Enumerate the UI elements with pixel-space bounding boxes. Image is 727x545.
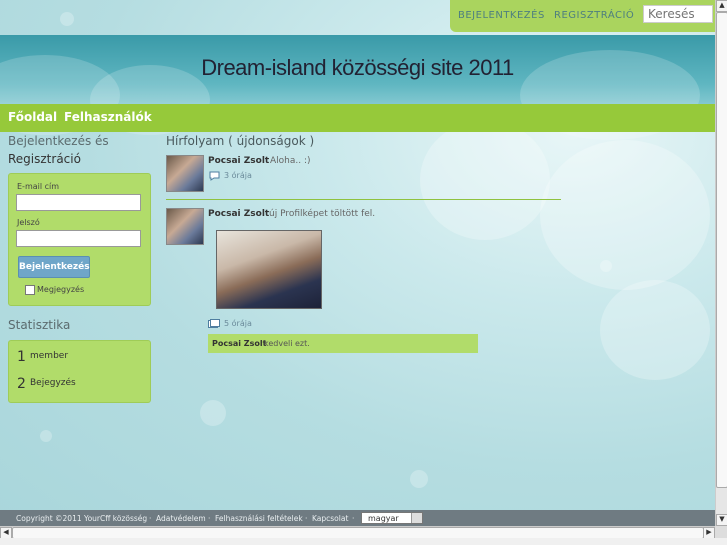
bg-bubble [420,120,550,240]
post-text: új Profilképet töltött fel. [269,209,376,219]
bg-bubble [60,12,74,26]
main-nav: Főoldal Felhasználók [0,104,715,132]
footer-link-privacy[interactable]: Adatvédelem [156,514,206,523]
remember-label: Megjegyzés [37,285,85,294]
footer-link-contact[interactable]: Kapcsolat [312,514,348,523]
email-label: E-mail cím [17,182,60,191]
like-text: kedveli ezt. [264,339,310,348]
window-bottom-edge [0,538,727,545]
vertical-scrollbar[interactable]: ▲ ▼ [715,0,727,526]
bg-bubble [410,470,428,488]
bg-bubble [540,140,710,290]
bg-bubble [200,400,226,426]
member-label: member [30,351,69,361]
like-author[interactable]: Pocsai Zsolt [212,339,266,348]
post-author[interactable]: Pocsai Zsolt [208,209,269,219]
footer-separator: · [305,514,308,523]
scroll-down-button[interactable]: ▼ [716,514,727,526]
nav-item-home[interactable]: Főoldal [8,110,57,124]
login-section-title: Bejelentkezés és [8,134,109,148]
email-field[interactable] [16,194,141,211]
login-link[interactable]: BEJELENTKEZÉS [458,10,545,21]
comment-icon[interactable] [209,171,220,181]
password-label: Jelszó [17,218,40,227]
register-link[interactable]: REGISZTRÁCIÓ [554,10,634,21]
avatar[interactable] [166,208,204,245]
like-box: Pocsai Zsolt kedveli ezt. [208,334,478,353]
footer-link-terms[interactable]: Felhasználási feltételek [215,514,303,523]
remember-checkbox[interactable] [25,285,35,295]
profile-photo[interactable] [216,230,322,309]
site-header: Dream-island közösségi site 2011 [0,35,715,140]
footer-separator: · [149,514,152,523]
post-timestamp: 3 órája [224,171,252,180]
post-text: Aloha.. :) [270,156,311,166]
post-count: 2 [17,376,26,392]
scrollbar-corner [715,526,727,538]
feed-title: Hírfolyam ( újdonságok ) [166,134,315,148]
chevron-down-icon [411,513,422,523]
bg-bubble [600,260,612,272]
language-value: magyar [368,514,399,523]
avatar[interactable] [166,155,204,192]
bg-bubble [40,430,52,442]
page: BEJELENTKEZÉS REGISZTRÁCIÓ Dream-island … [0,0,715,526]
bg-bubble [600,280,710,380]
footer-separator: · [352,514,355,523]
stats-title: Statisztika [8,318,71,332]
login-section-title-line2: Regisztráció [8,152,81,166]
login-box: E-mail cím Jelszó Bejelentkezés Megjegyz… [8,173,151,306]
top-account-bar: BEJELENTKEZÉS REGISZTRÁCIÓ [450,0,715,32]
stats-box: 1 member 2 Bejegyzés [8,340,151,403]
post-timestamp: 5 órája [224,319,252,328]
gallery-icon[interactable] [208,319,220,329]
language-select[interactable]: magyar [361,512,423,524]
post-divider [166,199,561,200]
nav-item-users[interactable]: Felhasználók [64,110,152,124]
copyright-text: Copyright ©2011 YourCff közösség [16,514,148,523]
post-author[interactable]: Pocsai Zsolt [208,156,269,166]
site-title: Dream-island közösségi site 2011 [201,55,514,80]
member-count: 1 [17,349,26,365]
footer-separator: · [208,514,211,523]
post-label: Bejegyzés [30,378,76,388]
login-button[interactable]: Bejelentkezés [18,256,90,278]
password-field[interactable] [16,230,141,247]
vertical-scroll-thumb[interactable] [716,12,727,488]
search-input[interactable] [643,5,713,23]
scroll-up-button[interactable]: ▲ [716,0,727,12]
footer: Copyright ©2011 YourCff közösség · Adatv… [0,510,715,526]
